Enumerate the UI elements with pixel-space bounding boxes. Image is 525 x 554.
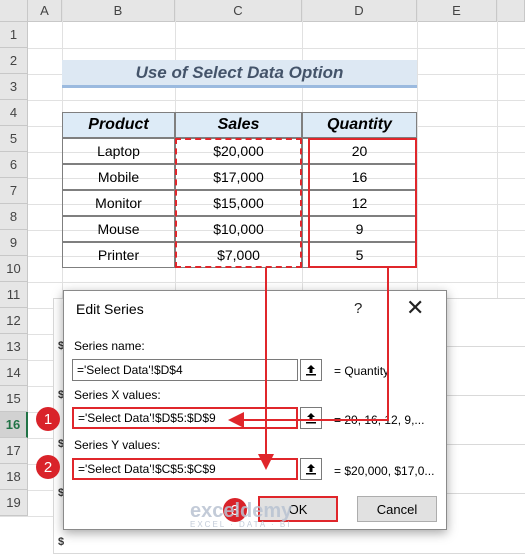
spreadsheet[interactable]: A B C D E 1 2 3 4 5 6 7 8 9 10 11 12 13 14 15 16 17 18 19 … (0, 0, 525, 554)
step-badge-1: 1 (36, 407, 60, 431)
step-badge-2: 2 (36, 455, 60, 479)
watermark-name: exceldemy (190, 500, 293, 522)
watermark-tagline: EXCEL · DATA · BI (190, 520, 292, 529)
exceldemy-watermark: exceldemy EXCEL · DATA · BI (190, 500, 292, 529)
arrow-quantity-to-x (228, 268, 389, 428)
annotation-arrows (228, 268, 389, 470)
